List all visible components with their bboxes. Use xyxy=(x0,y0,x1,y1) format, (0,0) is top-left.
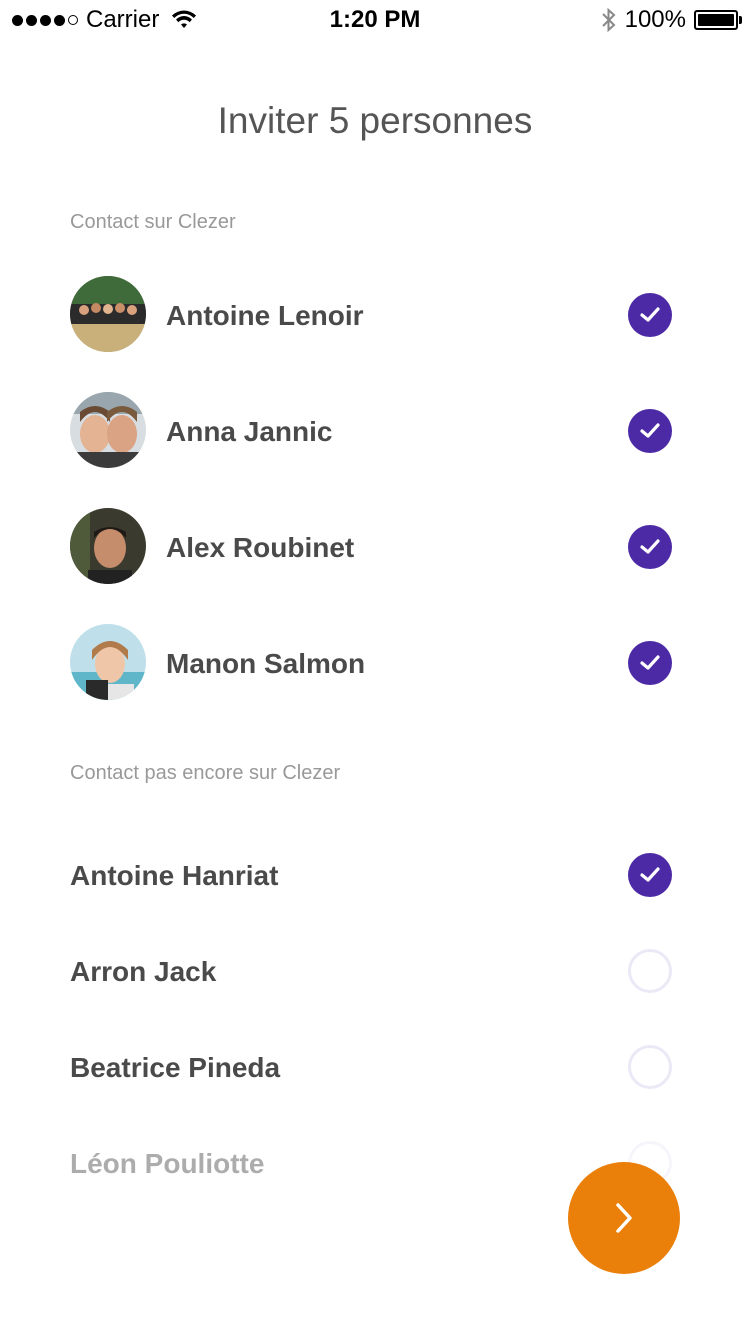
contact-name: Beatrice Pineda xyxy=(70,1052,281,1083)
contact-row[interactable]: Antoine Hanriat xyxy=(70,836,672,916)
checkmark-icon xyxy=(640,655,660,670)
contact-row[interactable]: Anna Jannic xyxy=(70,392,672,472)
chevron-right-icon xyxy=(616,1203,632,1233)
checkmark-icon xyxy=(640,539,660,554)
section-label-on-app: Contact sur Clezer xyxy=(70,211,236,233)
contact-row[interactable]: Arron Jack xyxy=(70,932,672,1012)
unselected-checkbox[interactable] xyxy=(628,1045,672,1089)
contact-name: Alex Roubinet xyxy=(166,532,355,563)
page-title: Inviter 5 personnes xyxy=(217,100,533,141)
contact-row[interactable]: Antoine Lenoir xyxy=(70,276,672,356)
selected-checkbox[interactable] xyxy=(628,525,672,569)
selected-checkbox[interactable] xyxy=(628,641,672,685)
contact-row[interactable]: Manon Salmon xyxy=(70,624,672,704)
next-button[interactable] xyxy=(568,1162,680,1274)
avatar xyxy=(70,508,146,584)
contact-row[interactable]: Beatrice Pineda xyxy=(70,1028,672,1108)
contact-name: Arron Jack xyxy=(70,956,217,987)
bluetooth-icon xyxy=(601,7,616,33)
selected-checkbox[interactable] xyxy=(628,293,672,337)
status-bar: Carrier 1:20 PM 100% xyxy=(0,0,750,40)
status-right: 100% xyxy=(601,6,742,34)
avatar xyxy=(70,392,146,468)
selected-checkbox[interactable] xyxy=(628,409,672,453)
contact-row[interactable]: Alex Roubinet xyxy=(70,508,672,588)
avatar xyxy=(70,276,146,352)
unselected-checkbox[interactable] xyxy=(628,949,672,993)
section-label-not-on-app: Contact pas encore sur Clezer xyxy=(70,762,341,784)
battery-icon xyxy=(694,10,742,30)
checkmark-icon xyxy=(640,307,660,322)
avatar xyxy=(70,624,146,700)
contact-name: Manon Salmon xyxy=(166,648,366,679)
battery-percentage: 100% xyxy=(624,6,686,33)
selected-checkbox[interactable] xyxy=(628,853,672,897)
contact-name: Antoine Lenoir xyxy=(166,300,364,331)
checkmark-icon xyxy=(640,423,660,438)
contact-name: Léon Pouliotte xyxy=(70,1148,265,1179)
checkmark-icon xyxy=(640,867,660,882)
contact-name: Antoine Hanriat xyxy=(70,860,279,891)
contact-name: Anna Jannic xyxy=(166,416,333,447)
